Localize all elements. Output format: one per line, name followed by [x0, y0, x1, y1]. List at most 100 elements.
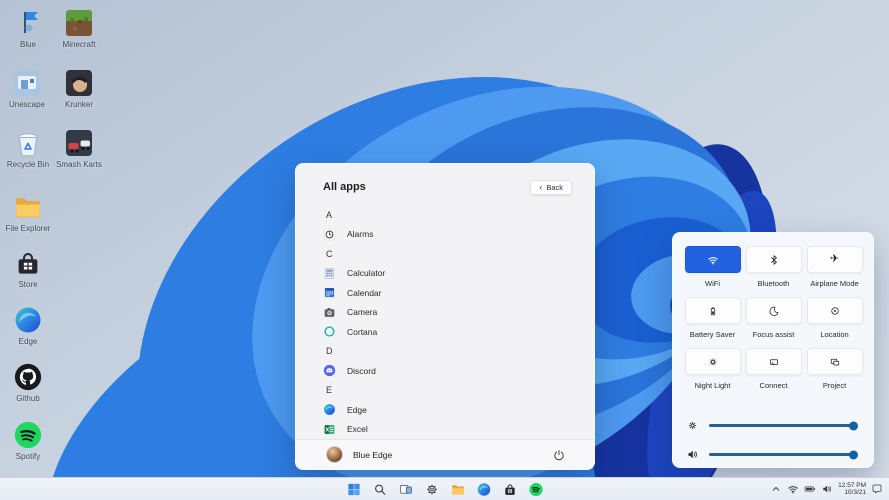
quick-setting-battery-saver: Battery Saver [682, 297, 743, 339]
start-menu-item-excel[interactable]: X Excel [323, 420, 594, 440]
clock-date: 10/3/21 [844, 489, 866, 496]
spotify-icon [13, 420, 43, 450]
tray-speaker-icon[interactable] [821, 483, 833, 495]
connect-toggle[interactable] [745, 348, 802, 375]
chevron-left-icon: ‹ [539, 182, 543, 192]
svg-text:X: X [325, 427, 329, 433]
power-button[interactable] [552, 447, 568, 463]
file-explorer-button[interactable] [449, 481, 466, 498]
section-header-d[interactable]: D [323, 342, 594, 362]
clock-time: 12:57 PM [838, 481, 866, 489]
start-menu-item-camera[interactable]: Camera [323, 303, 594, 323]
battery-saver-icon [710, 306, 715, 315]
brightness-thumb[interactable] [849, 421, 858, 430]
start-menu-item-discord[interactable]: Discord [323, 361, 594, 381]
desktop-icon-recycle-bin[interactable]: Recycle Bin [5, 128, 51, 169]
airplane-mode-toggle[interactable]: ✈ [806, 246, 863, 273]
brightness-slider[interactable] [686, 411, 858, 440]
system-tray: 12:57 PM 10/3/21 [770, 478, 883, 500]
desktop-icon-edge[interactable]: Edge [5, 305, 51, 346]
bluetooth-toggle[interactable] [745, 246, 802, 273]
start-menu-item-edge[interactable]: Edge [323, 400, 594, 420]
start-menu-item-cortana[interactable]: Cortana [323, 322, 594, 342]
desktop-icon-store[interactable]: Store [5, 248, 51, 289]
project-toggle[interactable] [806, 348, 863, 375]
desktop-icon-minecraft[interactable]: Minecraft [56, 8, 102, 49]
focus-assist-toggle[interactable] [745, 297, 802, 324]
section-header-e[interactable]: E [323, 381, 594, 401]
location-toggle[interactable] [806, 297, 863, 324]
alarms-icon [323, 228, 336, 241]
brightness-icon [686, 419, 699, 432]
user-name[interactable]: Blue Edge [353, 450, 552, 460]
quick-setting-connect: Connect [743, 348, 804, 390]
night-light-toggle[interactable] [684, 348, 741, 375]
spotify-button[interactable] [527, 481, 544, 498]
volume-track[interactable] [709, 450, 858, 459]
desktop-icon-github[interactable]: Github [5, 362, 51, 403]
discord-icon [323, 364, 336, 377]
app-label: Cortana [347, 326, 378, 337]
user-avatar[interactable] [326, 446, 343, 463]
desktop-icon-smash-karts[interactable]: Smash Karts [56, 128, 102, 169]
section-header-a[interactable]: A [323, 205, 594, 225]
desktop-icon-spotify[interactable]: Spotify [5, 420, 51, 461]
github-icon [13, 362, 43, 392]
cortana-icon [323, 325, 336, 338]
tray-wifi-icon[interactable] [787, 483, 799, 495]
start-button[interactable] [345, 481, 362, 498]
wifi-toggle[interactable] [684, 246, 741, 273]
search-button[interactable] [371, 481, 388, 498]
start-menu-item-calculator[interactable]: Calculator [323, 264, 594, 284]
edge-button[interactable] [475, 481, 492, 498]
settings-button[interactable] [423, 481, 440, 498]
volume-thumb[interactable] [849, 450, 858, 459]
folder-icon [450, 482, 465, 497]
desktop-icon-blue[interactable]: Blue [5, 8, 51, 49]
desktop-icon-label: File Explorer [5, 224, 51, 233]
recycle-bin-icon [13, 128, 43, 158]
desktop-icon-file-explorer[interactable]: File Explorer [5, 192, 51, 233]
store-icon [13, 248, 43, 278]
toggle-label: Bluetooth [757, 279, 790, 288]
power-icon [554, 449, 564, 460]
minecraft-icon [64, 8, 94, 38]
desktop-icon-krunker[interactable]: Krunker [56, 68, 102, 109]
taskbar-clock[interactable]: 12:57 PM 10/3/21 [838, 482, 866, 497]
wifi-icon [707, 254, 719, 266]
start-menu-item-alarms[interactable]: Alarms [323, 225, 594, 245]
unescape-icon [12, 68, 42, 98]
desktop-icon-label: Blue [19, 40, 36, 49]
start-menu-item-calendar[interactable]: Calendar [323, 283, 594, 303]
windows-logo-icon [346, 482, 361, 497]
sun-icon [707, 356, 719, 368]
app-label: Camera [347, 307, 378, 318]
back-button[interactable]: ‹ Back [530, 180, 572, 195]
tray-chevron-up-icon[interactable] [770, 483, 782, 495]
quick-settings-panel: WiFi Bluetooth ✈ Airplane Mode Battery S… [672, 232, 874, 468]
desktop-icon-label: Unescape [8, 100, 46, 109]
edge-icon [13, 305, 43, 335]
app-label: Alarms [347, 229, 374, 240]
desktop: Blue Minecraft Unescape Krunker Recycle … [0, 0, 889, 500]
taskbar: 12:57 PM 10/3/21 [0, 477, 889, 500]
all-apps-title: All apps [323, 181, 366, 193]
desktop-icon-unescape[interactable]: Unescape [4, 68, 50, 109]
battery-saver-toggle[interactable] [684, 297, 741, 324]
task-view-button[interactable] [397, 481, 414, 498]
edge-icon [476, 482, 491, 497]
notification-center-icon[interactable] [871, 483, 883, 495]
tray-battery-icon[interactable] [804, 483, 816, 495]
brightness-track[interactable] [709, 421, 858, 430]
camera-icon [323, 306, 336, 319]
blue-game-icon [13, 8, 43, 38]
section-header-c[interactable]: C [323, 244, 594, 264]
back-button-label: Back [546, 183, 563, 192]
toggle-label: Project [822, 381, 847, 390]
spotify-icon [528, 482, 543, 497]
volume-slider[interactable] [686, 440, 858, 469]
store-button[interactable] [501, 481, 518, 498]
app-label: Edge [347, 404, 367, 415]
quick-setting-location: Location [804, 297, 865, 339]
taskbar-center [345, 478, 544, 500]
